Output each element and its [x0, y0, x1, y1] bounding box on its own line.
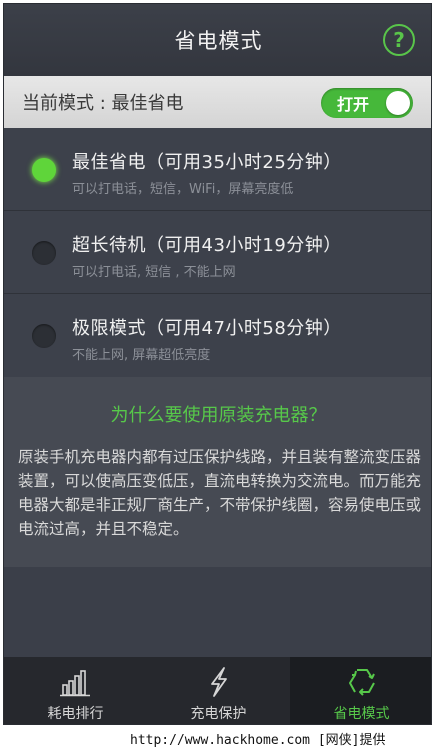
- power-save-toggle[interactable]: 打开: [321, 88, 413, 118]
- lightning-icon: [204, 665, 234, 699]
- radio-unselected[interactable]: [32, 324, 56, 348]
- nav-label: 省电模式: [333, 706, 390, 722]
- question-circle-icon: ?: [393, 28, 405, 52]
- phone-screen: 省电模式 ? 当前模式 : 最佳省电 打开 最佳省电（可用35小时25分钟） 可…: [3, 3, 432, 725]
- option-title: 最佳省电（可用35小时25分钟）: [72, 152, 342, 173]
- option-subtitle: 不能上网, 屏幕超低亮度: [72, 348, 211, 363]
- nav-item-charge-protect[interactable]: 充电保护: [147, 657, 290, 724]
- nav-label: 耗电排行: [47, 706, 104, 722]
- mode-option-extreme[interactable]: 极限模式（可用47小时58分钟） 不能上网, 屏幕超低亮度: [4, 294, 431, 377]
- recycle-icon: [345, 665, 379, 699]
- option-subtitle: 可以打电话, 短信 , 不能上网: [72, 265, 236, 280]
- nav-item-ranking[interactable]: 耗电排行: [4, 657, 147, 724]
- nav-label: 充电保护: [190, 706, 247, 722]
- watermark-text: http://www.hackhome.com [网侠]提供: [130, 733, 386, 748]
- app-header: 省电模式 ?: [4, 4, 431, 76]
- page-title: 省电模式: [174, 29, 263, 53]
- help-button[interactable]: ?: [383, 24, 415, 56]
- bar-chart-icon: [58, 665, 94, 699]
- tip-question: 为什么要使用原装充电器？: [110, 405, 327, 426]
- option-subtitle: 可以打电话，短信，WiFi，屏幕亮度低: [72, 182, 294, 197]
- tip-answer: 原装手机充电器内都有过压保护线路，并且装有整流变压器装置，可以使高压变低压，直流…: [18, 448, 422, 538]
- nav-item-power-save[interactable]: 省电模式: [290, 657, 431, 724]
- mode-options-list: 最佳省电（可用35小时25分钟） 可以打电话，短信，WiFi，屏幕亮度低 超长待…: [4, 128, 431, 377]
- mode-option-standby[interactable]: 超长待机（可用43小时19分钟） 可以打电话, 短信 , 不能上网: [4, 211, 431, 294]
- charger-tip-section: 为什么要使用原装充电器？ 原装手机充电器内都有过压保护线路，并且装有整流变压器装…: [4, 377, 431, 567]
- radio-unselected[interactable]: [32, 241, 56, 265]
- option-title: 极限模式（可用47小时58分钟）: [72, 318, 342, 339]
- mode-option-best[interactable]: 最佳省电（可用35小时25分钟） 可以打电话，短信，WiFi，屏幕亮度低: [4, 128, 431, 211]
- current-mode-bar: 当前模式 : 最佳省电 打开: [4, 76, 431, 128]
- option-title: 超长待机（可用43小时19分钟）: [72, 235, 342, 256]
- toggle-knob: [386, 91, 410, 115]
- empty-area: [4, 567, 431, 657]
- toggle-label: 打开: [337, 95, 370, 114]
- bottom-nav: 耗电排行 充电保护 省电模式: [4, 657, 431, 724]
- radio-selected[interactable]: [32, 158, 56, 182]
- current-mode-text: 当前模式 : 最佳省电: [22, 93, 184, 114]
